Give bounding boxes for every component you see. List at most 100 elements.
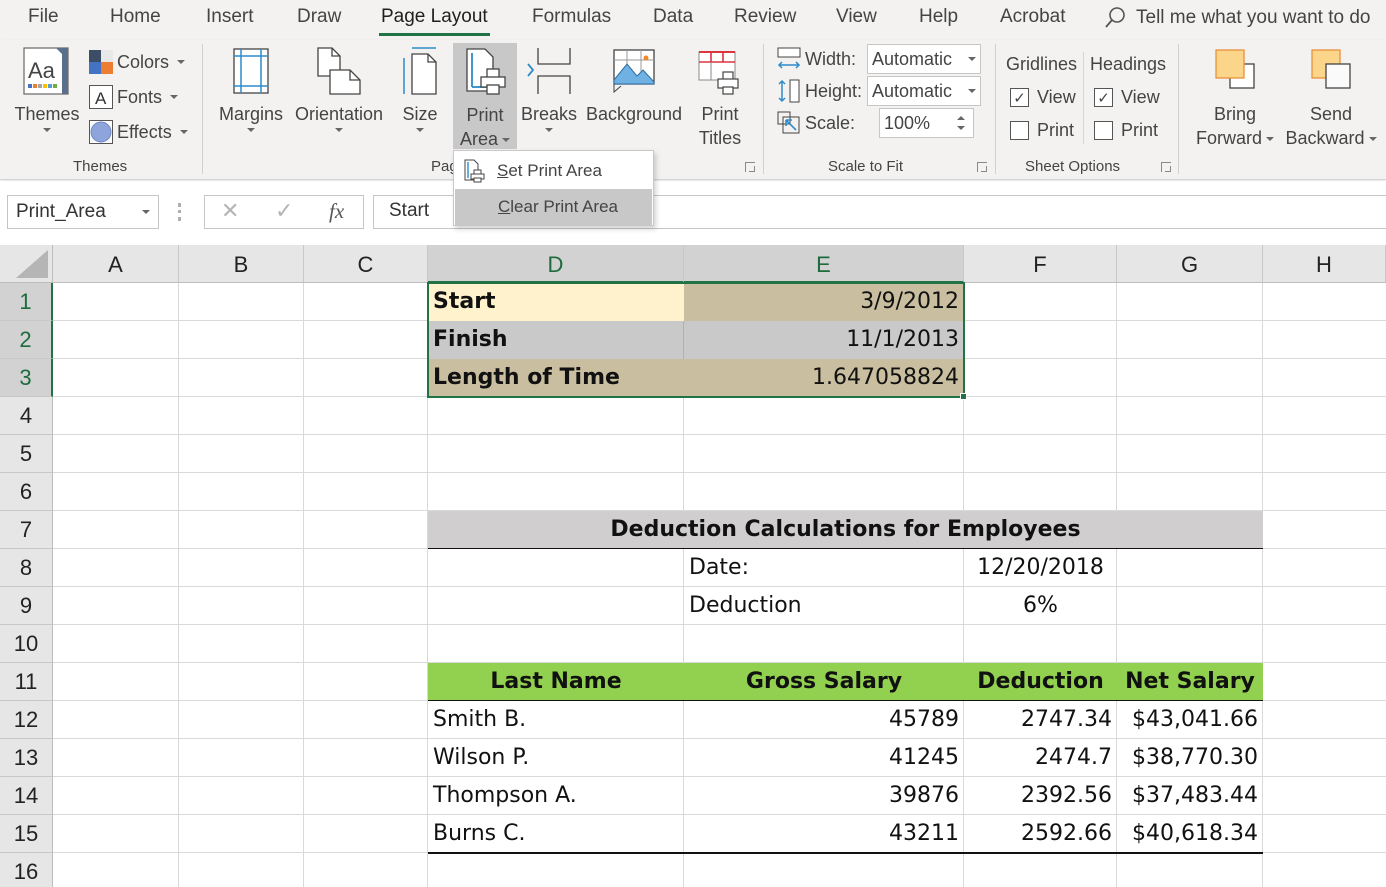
- tab-home[interactable]: Home: [110, 6, 161, 28]
- enter-icon[interactable]: ✓: [275, 198, 293, 224]
- scale-to-fit-launcher-icon[interactable]: [977, 162, 987, 172]
- row-header-2[interactable]: 2: [0, 321, 53, 359]
- table-row-net[interactable]: $37,483.44: [1117, 777, 1263, 815]
- clear-print-area-item[interactable]: Clear Print Area: [455, 189, 652, 225]
- sheet-options-launcher-icon[interactable]: [1161, 162, 1171, 172]
- row-header-15[interactable]: 15: [0, 815, 53, 853]
- table-row-name[interactable]: Smith B.: [428, 701, 684, 739]
- gridlines-print-checkbox[interactable]: Print: [1010, 120, 1074, 141]
- table-row-name[interactable]: Thompson A.: [428, 777, 684, 815]
- cell-deduction-label[interactable]: Deduction: [684, 587, 964, 625]
- themes-button[interactable]: Aa Themes: [12, 42, 82, 132]
- column-header-b[interactable]: B: [179, 245, 304, 283]
- width-dropdown[interactable]: Automatic: [867, 44, 981, 74]
- column-header-g[interactable]: G: [1117, 245, 1263, 283]
- fonts-button[interactable]: A Fonts: [89, 85, 179, 109]
- table-row-net[interactable]: $40,618.34: [1117, 815, 1263, 853]
- table-row-name[interactable]: Wilson P.: [428, 739, 684, 777]
- tell-me-search[interactable]: Tell me what you want to do: [1104, 6, 1370, 30]
- bring-forward-button[interactable]: Bring Forward: [1192, 42, 1278, 150]
- row-header-12[interactable]: 12: [0, 701, 53, 739]
- column-heading-gross-salary[interactable]: Gross Salary: [684, 663, 964, 701]
- row-header-7[interactable]: 7: [0, 511, 53, 549]
- row-header-1[interactable]: 1: [0, 283, 53, 321]
- cell-start-date[interactable]: 3/9/2012: [684, 283, 964, 321]
- table-row-net[interactable]: $38,770.30: [1117, 739, 1263, 777]
- tab-acrobat[interactable]: Acrobat: [1000, 6, 1065, 28]
- column-header-h[interactable]: H: [1263, 245, 1386, 283]
- cell-length-label[interactable]: Length of Time: [428, 359, 684, 397]
- table-row-gross[interactable]: 41245: [684, 739, 964, 777]
- table-row-name[interactable]: Burns C.: [428, 815, 684, 853]
- cell-finish-date[interactable]: 11/1/2013: [684, 321, 964, 359]
- row-header-9[interactable]: 9: [0, 587, 53, 625]
- column-heading-net-salary[interactable]: Net Salary: [1117, 663, 1263, 701]
- tab-help[interactable]: Help: [919, 6, 958, 28]
- scale-spinner[interactable]: 100%: [879, 108, 974, 138]
- cell-deduction-rate[interactable]: 6%: [964, 587, 1117, 625]
- row-header-8[interactable]: 8: [0, 549, 53, 587]
- margins-button[interactable]: Margins: [216, 42, 286, 132]
- table-row-deduction[interactable]: 2392.56: [964, 777, 1117, 815]
- row-header-10[interactable]: 10: [0, 625, 53, 663]
- column-header-d[interactable]: D: [428, 245, 684, 283]
- row-header-3[interactable]: 3: [0, 359, 53, 397]
- column-header-f[interactable]: F: [964, 245, 1117, 283]
- tab-page-layout[interactable]: Page Layout: [379, 6, 490, 36]
- cell-date-label[interactable]: Date:: [684, 549, 964, 587]
- tab-draw[interactable]: Draw: [297, 6, 341, 28]
- table-row-deduction[interactable]: 2592.66: [964, 815, 1117, 853]
- spin-up-icon[interactable]: [957, 116, 965, 120]
- row-header-11[interactable]: 11: [0, 663, 53, 701]
- name-box[interactable]: Print_Area: [7, 195, 159, 229]
- tab-insert[interactable]: Insert: [206, 6, 254, 28]
- table-row-gross[interactable]: 45789: [684, 701, 964, 739]
- row-header-16[interactable]: 16: [0, 853, 53, 887]
- cell-length-value[interactable]: 1.647058824: [684, 359, 964, 397]
- cancel-icon[interactable]: ✕: [221, 198, 239, 224]
- effects-button[interactable]: Effects: [89, 120, 188, 144]
- tab-view[interactable]: View: [836, 6, 877, 28]
- orientation-button[interactable]: Orientation: [292, 42, 386, 132]
- column-header-e[interactable]: E: [684, 245, 964, 283]
- formula-bar-splitter[interactable]: [178, 203, 181, 221]
- tab-review[interactable]: Review: [734, 6, 796, 28]
- page-setup-launcher-icon[interactable]: [745, 162, 755, 172]
- row-header-14[interactable]: 14: [0, 777, 53, 815]
- table-row-gross[interactable]: 43211: [684, 815, 964, 853]
- set-print-area-item[interactable]: Set Print Area: [455, 153, 652, 189]
- row-header-6[interactable]: 6: [0, 473, 53, 511]
- select-all-button[interactable]: [0, 245, 53, 283]
- print-titles-button[interactable]: Print Titles: [692, 42, 748, 150]
- tab-data[interactable]: Data: [653, 6, 693, 28]
- table-row-net[interactable]: $43,041.66: [1117, 701, 1263, 739]
- column-header-a[interactable]: A: [53, 245, 179, 283]
- headings-print-checkbox[interactable]: Print: [1094, 120, 1158, 141]
- table-row-deduction[interactable]: 2747.34: [964, 701, 1117, 739]
- size-button[interactable]: Size: [394, 42, 446, 132]
- row-header-4[interactable]: 4: [0, 397, 53, 435]
- table-row-gross[interactable]: 39876: [684, 777, 964, 815]
- insert-function-icon[interactable]: fx: [329, 199, 344, 224]
- height-dropdown[interactable]: Automatic: [867, 76, 981, 106]
- breaks-button[interactable]: Breaks: [520, 42, 578, 132]
- column-header-c[interactable]: C: [304, 245, 428, 283]
- row-header-5[interactable]: 5: [0, 435, 53, 473]
- spin-down-icon[interactable]: [957, 126, 965, 130]
- column-heading-last-name[interactable]: Last Name: [428, 663, 684, 701]
- table-title[interactable]: Deduction Calculations for Employees: [428, 511, 1263, 549]
- headings-view-checkbox[interactable]: ✓ View: [1094, 87, 1160, 108]
- print-area-button[interactable]: Print Area: [453, 43, 517, 149]
- send-backward-button[interactable]: Send Backward: [1284, 42, 1378, 150]
- cell-finish-label[interactable]: Finish: [428, 321, 684, 359]
- table-row-deduction[interactable]: 2474.7: [964, 739, 1117, 777]
- tab-file[interactable]: File: [28, 6, 59, 28]
- colors-button[interactable]: Colors: [89, 50, 186, 74]
- gridlines-view-checkbox[interactable]: ✓ View: [1010, 87, 1076, 108]
- cell-date-value[interactable]: 12/20/2018: [964, 549, 1117, 587]
- tab-formulas[interactable]: Formulas: [532, 6, 611, 28]
- cell-start-label[interactable]: Start: [428, 283, 684, 321]
- fill-handle[interactable]: [960, 393, 967, 400]
- background-button[interactable]: Background: [584, 42, 684, 126]
- column-heading-deduction[interactable]: Deduction: [964, 663, 1117, 701]
